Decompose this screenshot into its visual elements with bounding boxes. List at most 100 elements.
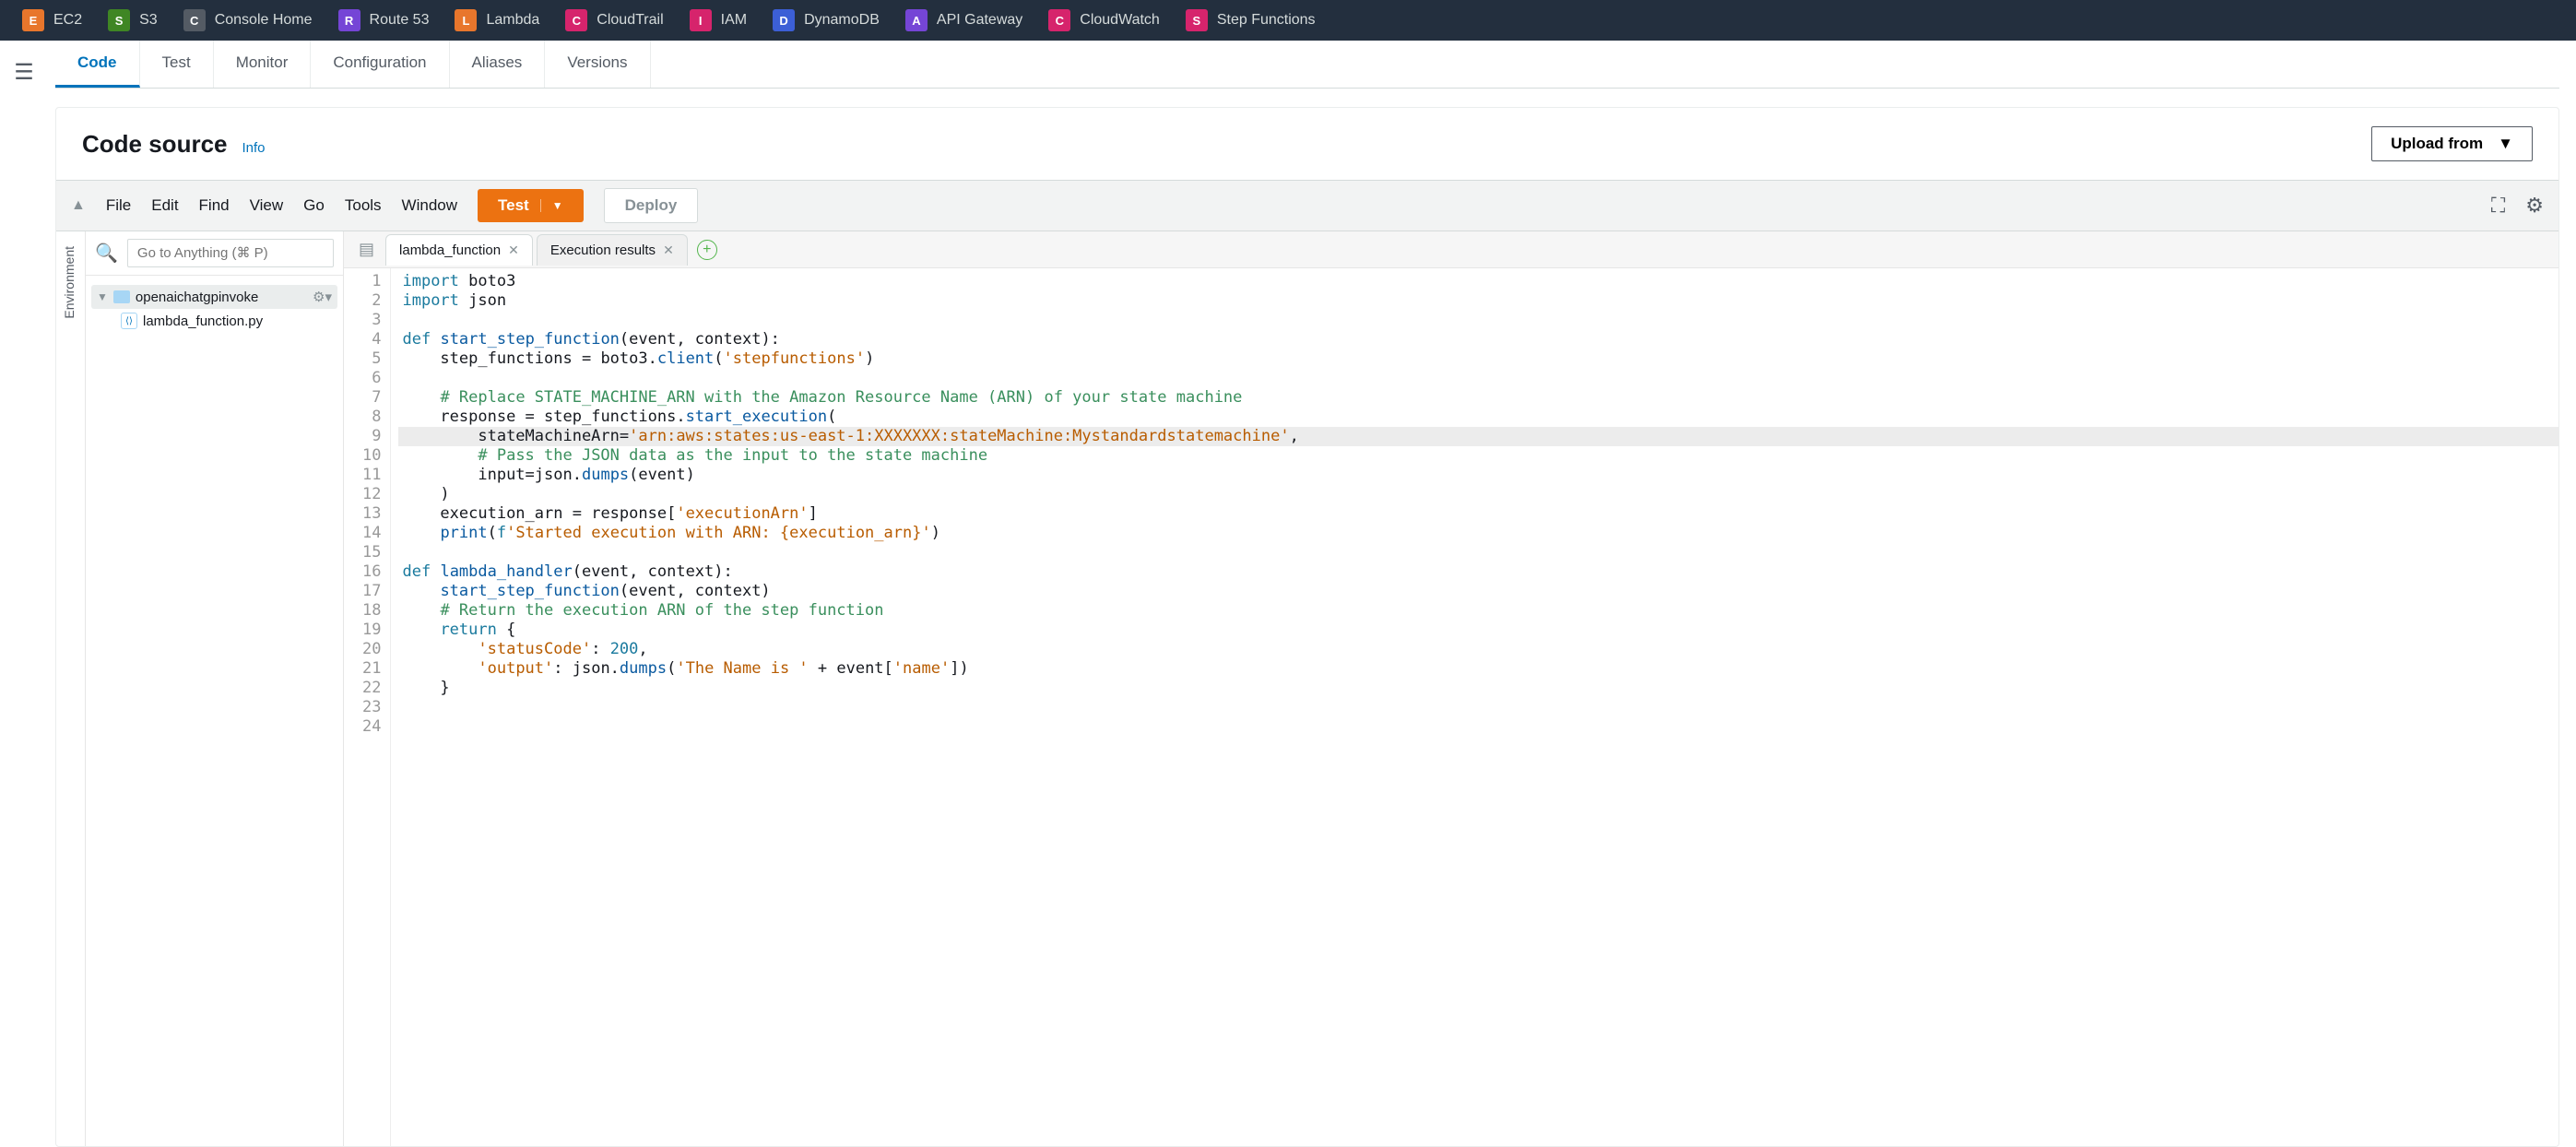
hamburger-icon[interactable]: ☰: [14, 60, 34, 85]
tab-monitor[interactable]: Monitor: [214, 41, 312, 88]
code-line[interactable]: return {: [398, 621, 2558, 640]
fullscreen-icon[interactable]: ⛶: [2491, 194, 2505, 218]
menu-go[interactable]: Go: [303, 196, 325, 215]
service-icon: S: [108, 9, 130, 31]
tab-test[interactable]: Test: [140, 41, 214, 88]
code-line[interactable]: 'output': json.dumps('The Name is ' + ev…: [398, 659, 2558, 679]
service-link-s3[interactable]: S S3: [108, 9, 158, 31]
menu-file[interactable]: File: [106, 196, 131, 215]
service-link-step-functions[interactable]: SStep Functions: [1186, 9, 1316, 31]
service-icon: R: [338, 9, 360, 31]
code-line[interactable]: # Replace STATE_MACHINE_ARN with the Ama…: [398, 388, 2558, 408]
main: ☰ CodeTestMonitorConfigurationAliasesVer…: [0, 41, 2576, 1147]
code-line[interactable]: import boto3: [398, 272, 2558, 291]
toggle-panes-icon[interactable]: ▤: [351, 240, 382, 259]
go-to-anything-input[interactable]: [127, 239, 334, 267]
editor-tab-label: Execution results: [550, 242, 656, 258]
new-tab-button[interactable]: +: [697, 240, 717, 260]
code-line[interactable]: def lambda_handler(event, context):: [398, 562, 2558, 582]
card-header: Code source Info Upload from ▼: [56, 108, 2558, 180]
upload-from-button[interactable]: Upload from ▼: [2371, 126, 2533, 161]
service-icon: S: [1186, 9, 1208, 31]
code-line[interactable]: def start_step_function(event, context):: [398, 330, 2558, 349]
menu-window[interactable]: Window: [402, 196, 457, 215]
title-text: Code source: [82, 130, 228, 159]
service-link-route-53[interactable]: RRoute 53: [338, 9, 430, 31]
go-to-anything: 🔍: [86, 231, 343, 276]
code-line[interactable]: [398, 369, 2558, 388]
service-icon: I: [690, 9, 712, 31]
file-tree: ▼ openaichatgpinvoke ⚙▾ ⟨⟩ lambda_functi…: [86, 276, 343, 342]
service-link-lambda[interactable]: LLambda: [455, 9, 539, 31]
code-source-card: Code source Info Upload from ▼ ▲ File Edi…: [55, 107, 2559, 1147]
chevron-down-icon: ▼: [97, 290, 108, 303]
service-label: DynamoDB: [804, 12, 880, 29]
close-icon[interactable]: ✕: [663, 242, 674, 258]
deploy-button[interactable]: Deploy: [604, 188, 699, 223]
code-line[interactable]: response = step_functions.start_executio…: [398, 408, 2558, 427]
code-line[interactable]: import json: [398, 291, 2558, 311]
folder-gear-icon[interactable]: ⚙▾: [313, 289, 332, 305]
tree-file[interactable]: ⟨⟩ lambda_function.py: [91, 309, 337, 333]
service-link-iam[interactable]: I IAM: [690, 9, 747, 31]
line-gutter: 123456789101112131415161718192021222324: [344, 268, 391, 1146]
folder-icon: [113, 290, 130, 303]
close-icon[interactable]: ✕: [508, 242, 519, 258]
service-label: EC2: [53, 12, 82, 29]
ide-body: Environment 🔍 ▼ openaichatgpinvoke ⚙▾: [56, 231, 2558, 1146]
search-icon[interactable]: 🔍: [95, 242, 118, 265]
tab-aliases[interactable]: Aliases: [450, 41, 546, 88]
service-link-console-home[interactable]: CConsole Home: [183, 9, 313, 31]
side-hamburger-column: ☰: [0, 41, 48, 1147]
code-lines[interactable]: import boto3import json def start_step_fu…: [391, 268, 2558, 1146]
code-line[interactable]: # Return the execution ARN of the step f…: [398, 601, 2558, 621]
lambda-tabs: CodeTestMonitorConfigurationAliasesVersi…: [55, 41, 2559, 89]
editor-tab-execution-results[interactable]: Execution results ✕: [537, 234, 688, 266]
service-link-ec2[interactable]: E EC2: [22, 9, 82, 31]
service-link-cloudwatch[interactable]: CCloudWatch: [1048, 9, 1160, 31]
chevron-down-icon: ▼: [2498, 135, 2513, 153]
code-line[interactable]: ): [398, 485, 2558, 504]
menu-view[interactable]: View: [250, 196, 284, 215]
code-line[interactable]: start_step_function(event, context): [398, 582, 2558, 601]
code-line[interactable]: step_functions = boto3.client('stepfunct…: [398, 349, 2558, 369]
code-line[interactable]: [398, 311, 2558, 330]
gear-icon[interactable]: ⚙: [2525, 194, 2544, 218]
service-link-cloudtrail[interactable]: CCloudTrail: [565, 9, 663, 31]
collapse-arrow-icon[interactable]: ▲: [71, 197, 86, 214]
code-line[interactable]: [398, 543, 2558, 562]
tab-versions[interactable]: Versions: [545, 41, 650, 88]
code-line[interactable]: 'statusCode': 200,: [398, 640, 2558, 659]
code-line[interactable]: execution_arn = response['executionArn']: [398, 504, 2558, 524]
editor-tab-lambda_function[interactable]: lambda_function✕: [385, 234, 533, 266]
menu-edit[interactable]: Edit: [151, 196, 178, 215]
page: CodeTestMonitorConfigurationAliasesVersi…: [48, 41, 2576, 1147]
code-editor[interactable]: 123456789101112131415161718192021222324 …: [344, 268, 2558, 1146]
tab-code[interactable]: Code: [55, 41, 140, 88]
file-name: lambda_function.py: [143, 313, 332, 329]
service-label: S3: [139, 12, 158, 29]
menu-tools[interactable]: Tools: [345, 196, 382, 215]
service-icon: E: [22, 9, 44, 31]
code-line[interactable]: # Pass the JSON data as the input to the…: [398, 446, 2558, 466]
test-button[interactable]: Test ▼: [478, 189, 584, 222]
code-line[interactable]: input=json.dumps(event): [398, 466, 2558, 485]
menu-find[interactable]: Find: [199, 196, 230, 215]
environment-label[interactable]: Environment: [56, 231, 82, 334]
service-link-api-gateway[interactable]: AAPI Gateway: [905, 9, 1022, 31]
folder-name: openaichatgpinvoke: [136, 290, 307, 305]
service-label: API Gateway: [937, 12, 1022, 29]
info-link[interactable]: Info: [242, 140, 266, 156]
code-line[interactable]: }: [398, 679, 2558, 698]
tab-configuration[interactable]: Configuration: [311, 41, 449, 88]
code-line[interactable]: print(f'Started execution with ARN: {exe…: [398, 524, 2558, 543]
service-label: Console Home: [215, 12, 313, 29]
service-label: IAM: [721, 12, 747, 29]
editor-area: ▤ lambda_function✕ Execution results ✕ + 1…: [344, 231, 2558, 1146]
code-line[interactable]: [398, 717, 2558, 737]
code-line[interactable]: [398, 698, 2558, 717]
service-link-dynamodb[interactable]: DDynamoDB: [773, 9, 880, 31]
code-line[interactable]: stateMachineArn='arn:aws:states:us-east-…: [398, 427, 2558, 446]
test-caret-icon[interactable]: ▼: [540, 199, 563, 212]
tree-folder[interactable]: ▼ openaichatgpinvoke ⚙▾: [91, 285, 337, 309]
